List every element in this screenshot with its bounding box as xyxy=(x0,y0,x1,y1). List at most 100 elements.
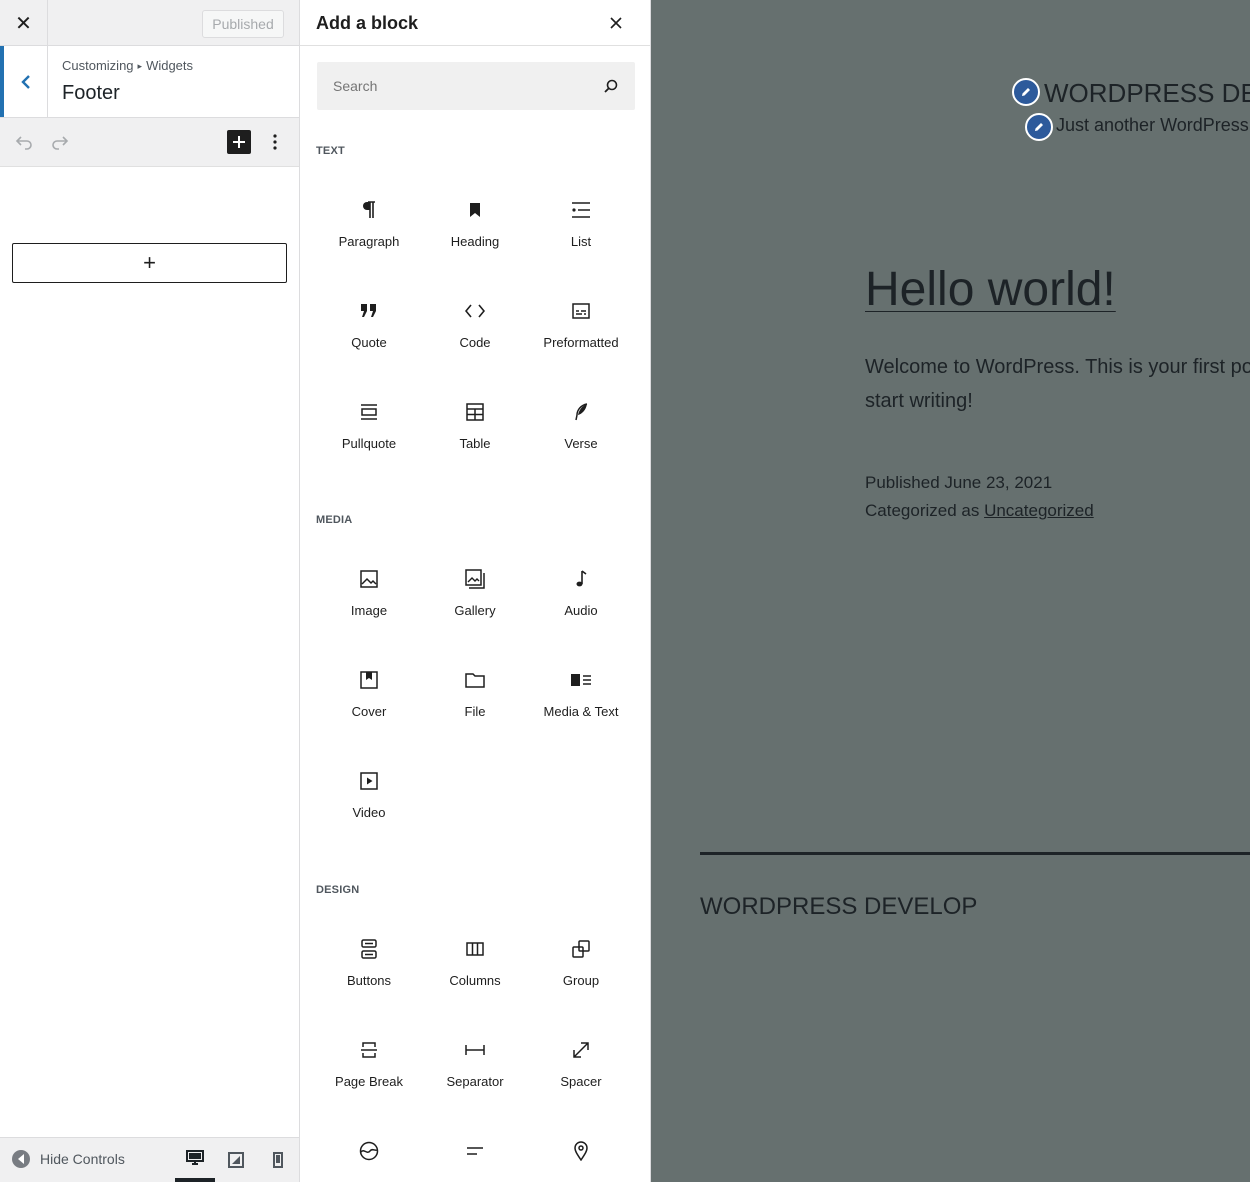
block-verse[interactable]: Verse xyxy=(528,390,634,491)
video-icon xyxy=(357,769,381,793)
block-label: Table xyxy=(459,436,491,451)
desktop-icon xyxy=(186,1150,204,1165)
block-paragraph[interactable]: Paragraph xyxy=(316,188,422,289)
block-more[interactable] xyxy=(422,1129,528,1182)
block-gallery[interactable]: Gallery xyxy=(422,557,528,658)
folder-icon xyxy=(463,668,487,692)
search-icon[interactable] xyxy=(601,76,621,96)
block-label: Heading xyxy=(450,234,500,249)
block-pullquote[interactable]: Pullquote xyxy=(316,390,422,491)
block-audio[interactable]: Audio xyxy=(528,557,634,658)
block-cover[interactable]: Cover xyxy=(316,658,422,759)
block-columns[interactable]: Columns xyxy=(422,927,528,1028)
block-buttons[interactable]: Buttons xyxy=(316,927,422,1028)
preview-tablet-button[interactable] xyxy=(216,1138,256,1182)
block-video[interactable]: Video xyxy=(316,759,422,860)
undo-button[interactable] xyxy=(10,128,38,156)
block-group[interactable]: Group xyxy=(528,927,634,1028)
block-image[interactable]: Image xyxy=(316,557,422,658)
block-file[interactable]: File xyxy=(422,658,528,759)
section-header: Customizing ▸ Widgets Footer xyxy=(0,46,299,118)
search-input[interactable] xyxy=(317,62,597,110)
published-button[interactable]: Published xyxy=(202,10,284,38)
buttons-icon xyxy=(357,937,381,961)
map-pin-icon xyxy=(569,1139,593,1163)
block-list[interactable]: List xyxy=(528,188,634,289)
block-label: Columns xyxy=(449,973,501,988)
category-title-design: Design xyxy=(316,884,360,896)
close-customizer-button[interactable]: ✕ xyxy=(0,0,48,46)
breadcrumb-leaf: Widgets xyxy=(146,58,194,73)
customizer-header: ✕ Published xyxy=(0,0,299,46)
redo-icon xyxy=(52,136,69,150)
options-menu-button[interactable] xyxy=(261,128,289,156)
music-note-icon xyxy=(569,567,593,591)
quote-icon xyxy=(357,299,381,323)
separator-icon xyxy=(463,1038,487,1062)
pullquote-icon xyxy=(357,400,381,424)
table-icon xyxy=(463,400,487,424)
post-excerpt: Welcome to WordPress. This is your first… xyxy=(865,356,1250,412)
pencil-icon xyxy=(1022,88,1030,96)
group-icon xyxy=(569,937,593,961)
site-tagline: Just another WordPress xyxy=(1056,115,1249,135)
block-label: Group xyxy=(562,973,600,988)
site-title[interactable]: WORDPRESS DEVE xyxy=(1044,78,1250,109)
back-button[interactable] xyxy=(0,46,48,117)
edit-shortcut-site-title[interactable] xyxy=(1012,78,1040,106)
redo-button[interactable] xyxy=(46,128,74,156)
block-label: List xyxy=(570,234,592,249)
image-icon xyxy=(357,567,381,591)
columns-icon xyxy=(463,937,487,961)
block-code[interactable]: Code xyxy=(422,289,528,390)
block-label: Verse xyxy=(564,436,598,451)
block-label: Cover xyxy=(351,704,387,719)
block-map[interactable] xyxy=(528,1129,634,1182)
block-quote[interactable]: Quote xyxy=(316,289,422,390)
edit-shortcut-tagline[interactable] xyxy=(1025,113,1053,141)
preview-mobile-button[interactable] xyxy=(258,1138,298,1182)
category-link[interactable]: Uncategorized xyxy=(984,501,1094,520)
plus-icon xyxy=(233,136,245,148)
preview-desktop-button[interactable] xyxy=(175,1138,215,1182)
block-inserter-panel: Add a block Text Paragraph Heading List … xyxy=(300,0,651,1182)
hide-controls-button[interactable]: Hide Controls xyxy=(12,1150,125,1168)
block-media-text[interactable]: Media & Text xyxy=(528,658,634,759)
block-label: Buttons xyxy=(346,973,392,988)
breadcrumb-separator: ▸ xyxy=(137,61,143,71)
page-break-icon xyxy=(357,1038,381,1062)
category-title-media: Media xyxy=(316,514,353,526)
more-vertical-icon xyxy=(273,134,277,150)
undo-icon xyxy=(15,136,32,150)
breadcrumb-root: Customizing xyxy=(62,58,134,73)
block-label: Quote xyxy=(351,335,387,350)
block-separator[interactable]: Separator xyxy=(422,1028,528,1129)
collapse-icon xyxy=(12,1150,30,1168)
post-title-link[interactable]: Hello world! xyxy=(865,262,1116,317)
media-text-icon xyxy=(569,668,593,692)
footer-divider xyxy=(700,852,1250,855)
block-preformatted[interactable]: Preformatted xyxy=(528,289,634,390)
block-page-break[interactable]: Page Break xyxy=(316,1028,422,1129)
block-label: Preformatted xyxy=(543,335,619,350)
category-line: Categorized as Uncategorized xyxy=(865,497,1094,525)
close-inserter-button[interactable] xyxy=(604,11,628,35)
block-wave[interactable] xyxy=(316,1129,422,1182)
block-label: Code xyxy=(459,335,491,350)
block-spacer[interactable]: Spacer xyxy=(528,1028,634,1129)
pencil-icon xyxy=(1035,123,1043,131)
toggle-inserter-button[interactable] xyxy=(227,130,251,154)
tablet-icon xyxy=(228,1152,244,1168)
chevron-left-icon xyxy=(20,74,30,89)
post-meta: Published June 23, 2021 Categorized as U… xyxy=(865,469,1094,525)
preformatted-icon xyxy=(569,299,593,323)
block-table[interactable]: Table xyxy=(422,390,528,491)
published-date: Published June 23, 2021 xyxy=(865,473,1053,492)
resize-arrow-icon xyxy=(569,1038,593,1062)
block-label: File xyxy=(464,704,486,719)
bookmark-icon xyxy=(463,198,487,222)
footer-site-title[interactable]: WORDPRESS DEVELOP xyxy=(700,893,977,921)
add-block-button[interactable]: + xyxy=(12,243,287,283)
block-heading[interactable]: Heading xyxy=(422,188,528,289)
wave-icon xyxy=(357,1139,381,1163)
